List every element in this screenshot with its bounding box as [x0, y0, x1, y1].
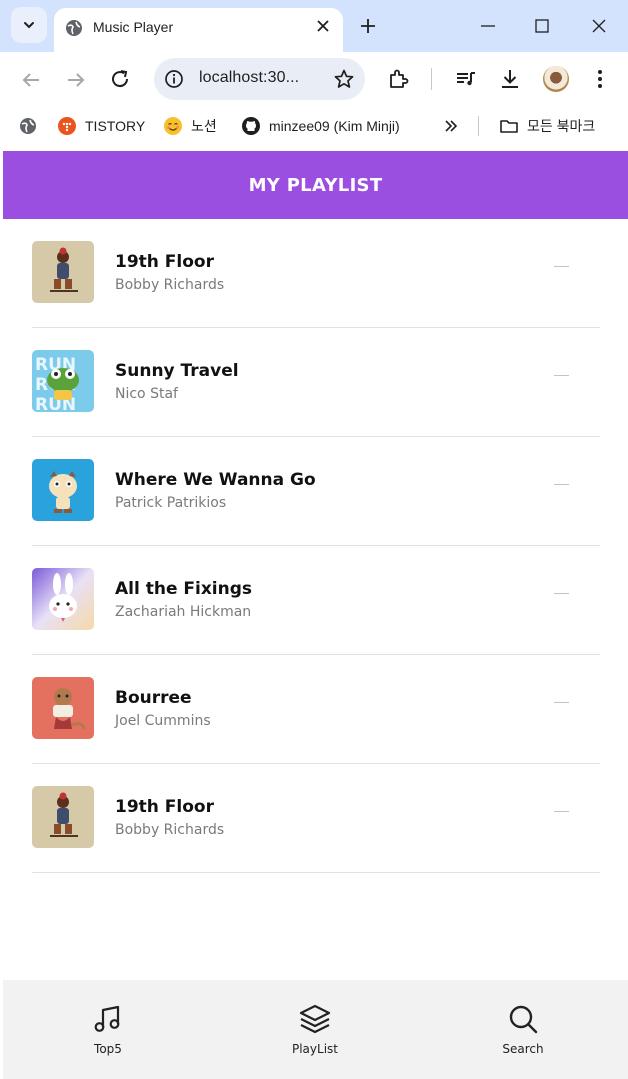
track-dash: [554, 702, 569, 703]
new-tab-plus-icon[interactable]: [358, 16, 378, 36]
toolbar-divider: [431, 68, 432, 90]
track-dash: [554, 375, 569, 376]
bookmark-globe[interactable]: [18, 114, 46, 138]
album-art: [32, 241, 94, 303]
frog-art-icon: RUN RUN RUN: [32, 350, 94, 412]
track-artist: Joel Cummins: [115, 713, 211, 729]
bookmarks-overflow[interactable]: [441, 114, 469, 138]
nav-search[interactable]: Search: [473, 1002, 573, 1056]
track-title: All the Fixings: [115, 579, 253, 599]
album-art: [32, 459, 94, 521]
music-note-icon: [94, 1005, 120, 1032]
window-close-icon[interactable]: [589, 16, 609, 36]
nav-label: Search: [502, 1042, 544, 1056]
globe-icon: [20, 118, 36, 134]
minimize-icon[interactable]: [478, 16, 498, 36]
bookmark-notion[interactable]: 노션: [163, 114, 217, 138]
chevron-down-icon: [24, 22, 34, 29]
tab-search-button[interactable]: [11, 7, 47, 43]
album-art: [32, 786, 94, 848]
track-dash: [554, 266, 569, 267]
track-artist: Patrick Patrikios: [115, 495, 227, 511]
app-header: MY PLAYLIST: [3, 151, 628, 219]
chevron-double-right-icon: [445, 120, 458, 132]
track-title: 19th Floor: [115, 797, 214, 817]
track-artist: Zachariah Hickman: [115, 604, 252, 620]
star-icon[interactable]: [333, 68, 355, 90]
bookmarks-bar: TISTORY 노션 minzee09 (Kim Minji) 모든 북마크: [0, 108, 628, 144]
bookmarks-divider: [478, 116, 479, 136]
bookmark-label: TISTORY: [85, 118, 146, 134]
track-artist: Nico Staf: [115, 386, 178, 402]
browser-toolbar: localhost:30...: [0, 52, 628, 108]
character-art-icon: [32, 241, 94, 303]
active-tab[interactable]: Music Player: [54, 8, 343, 52]
track-row[interactable]: 19th Floor Bobby Richards: [32, 764, 600, 873]
track-artist: Bobby Richards: [115, 822, 225, 838]
github-icon: [242, 117, 260, 135]
globe-icon: [66, 20, 82, 36]
playlist: 19th Floor Bobby Richards RUN RUN RUN Su…: [32, 219, 600, 873]
track-dash: [554, 484, 569, 485]
address-bar[interactable]: localhost:30...: [154, 58, 365, 100]
nav-label: PlayList: [291, 1042, 338, 1056]
track-title: 19th Floor: [115, 252, 214, 272]
track-dash: [554, 593, 569, 594]
page-title: MY PLAYLIST: [248, 174, 383, 196]
bookmark-label: minzee09 (Kim Minji): [269, 118, 400, 134]
nav-top5[interactable]: Top5: [58, 1002, 158, 1056]
album-art: [32, 568, 94, 630]
tistory-icon: [58, 117, 76, 135]
track-title: Bourree: [115, 688, 192, 708]
back-arrow-icon[interactable]: [19, 68, 43, 92]
track-row[interactable]: All the Fixings Zachariah Hickman: [32, 546, 600, 655]
otter-art-icon: [32, 677, 94, 739]
album-art: [32, 677, 94, 739]
track-row[interactable]: Bourree Joel Cummins: [32, 655, 600, 764]
track-row[interactable]: Where We Wanna Go Patrick Patrikios: [32, 437, 600, 546]
bookmark-tistory[interactable]: TISTORY: [57, 114, 145, 138]
bottom-nav: Top5 PlayList Search: [3, 980, 628, 1079]
bookmark-all-folder[interactable]: 모든 북마크: [499, 114, 595, 138]
url-text: localhost:30...: [199, 69, 300, 86]
album-art: RUN RUN RUN: [32, 350, 94, 412]
info-icon[interactable]: [164, 69, 184, 89]
notion-emoji-icon: [164, 117, 182, 135]
character-art-icon: [32, 786, 94, 848]
bookmark-label: 노션: [191, 118, 217, 134]
forward-arrow-icon[interactable]: [64, 68, 88, 92]
track-dash: [554, 811, 569, 812]
track-title: Where We Wanna Go: [115, 470, 316, 490]
track-row[interactable]: 19th Floor Bobby Richards: [32, 219, 600, 328]
nav-playlist[interactable]: PlayList: [265, 1002, 365, 1056]
squirrel-art-icon: [32, 459, 94, 521]
bookmark-github[interactable]: minzee09 (Kim Minji): [241, 114, 400, 138]
layers-icon: [299, 1004, 331, 1034]
nav-label: Top5: [94, 1042, 122, 1056]
track-title: Sunny Travel: [115, 361, 239, 381]
close-icon[interactable]: [315, 18, 331, 34]
download-icon[interactable]: [498, 67, 522, 91]
track-artist: Bobby Richards: [115, 277, 225, 293]
more-vertical-icon[interactable]: [588, 67, 612, 91]
maximize-icon[interactable]: [532, 16, 552, 36]
folder-icon: [500, 120, 518, 133]
profile-avatar[interactable]: [543, 66, 569, 92]
bookmark-label: 모든 북마크: [527, 118, 596, 134]
reload-icon[interactable]: [108, 67, 132, 91]
extensions-icon[interactable]: [386, 67, 410, 91]
tab-title: Music Player: [93, 19, 174, 35]
viewport-left-edge: [0, 151, 3, 980]
search-icon: [509, 1005, 538, 1034]
track-row[interactable]: RUN RUN RUN Sunny Travel Nico Staf: [32, 328, 600, 437]
browser-tab-strip: Music Player: [0, 0, 628, 52]
media-queue-icon[interactable]: [454, 67, 478, 91]
bunny-art-icon: [32, 568, 94, 630]
